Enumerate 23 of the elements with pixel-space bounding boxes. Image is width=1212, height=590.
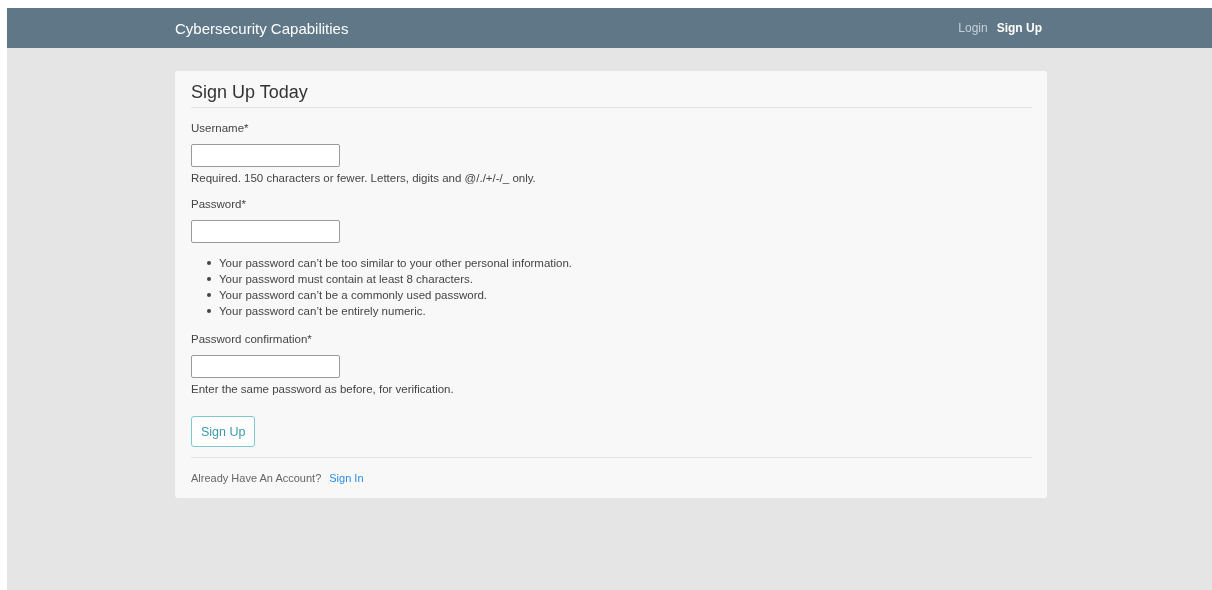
password-rule: Your password can’t be entirely numeric. — [219, 304, 426, 319]
bullet-icon — [207, 309, 211, 313]
help-text: Required. 150 characters or fewer. Letters, digits and @/./+/-/_ only. — [191, 172, 537, 184]
sign-in-link[interactable]: Sign In — [329, 472, 364, 484]
password-rule: Your password can’t be a commonly used password. — [219, 288, 488, 303]
bullet-icon — [207, 277, 211, 281]
nav-link[interactable]: Login — [958, 21, 988, 35]
footer-text: Already Have An Account? — [191, 472, 322, 484]
field-label: Password* — [191, 198, 247, 210]
field-label: Password confirmation* — [191, 333, 313, 345]
bullet-icon — [207, 293, 211, 297]
brand-title[interactable]: Cybersecurity Capabilities — [175, 19, 349, 37]
form-title: Sign Up Today — [191, 82, 1032, 108]
password-rule: Your password must contain at least 8 characters. — [219, 272, 473, 287]
help-text: Enter the same password as before, for verification. — [191, 383, 455, 395]
input-field[interactable] — [191, 144, 340, 167]
password-rule: Your password can’t be too similar to your other personal information. — [219, 256, 573, 271]
nav-link[interactable]: Sign Up — [996, 21, 1042, 35]
input-field[interactable] — [191, 220, 340, 243]
field-label: Username* — [191, 122, 250, 134]
input-field[interactable] — [191, 355, 340, 378]
sign-up-button[interactable]: Sign Up — [191, 416, 256, 447]
bullet-icon — [207, 261, 211, 265]
